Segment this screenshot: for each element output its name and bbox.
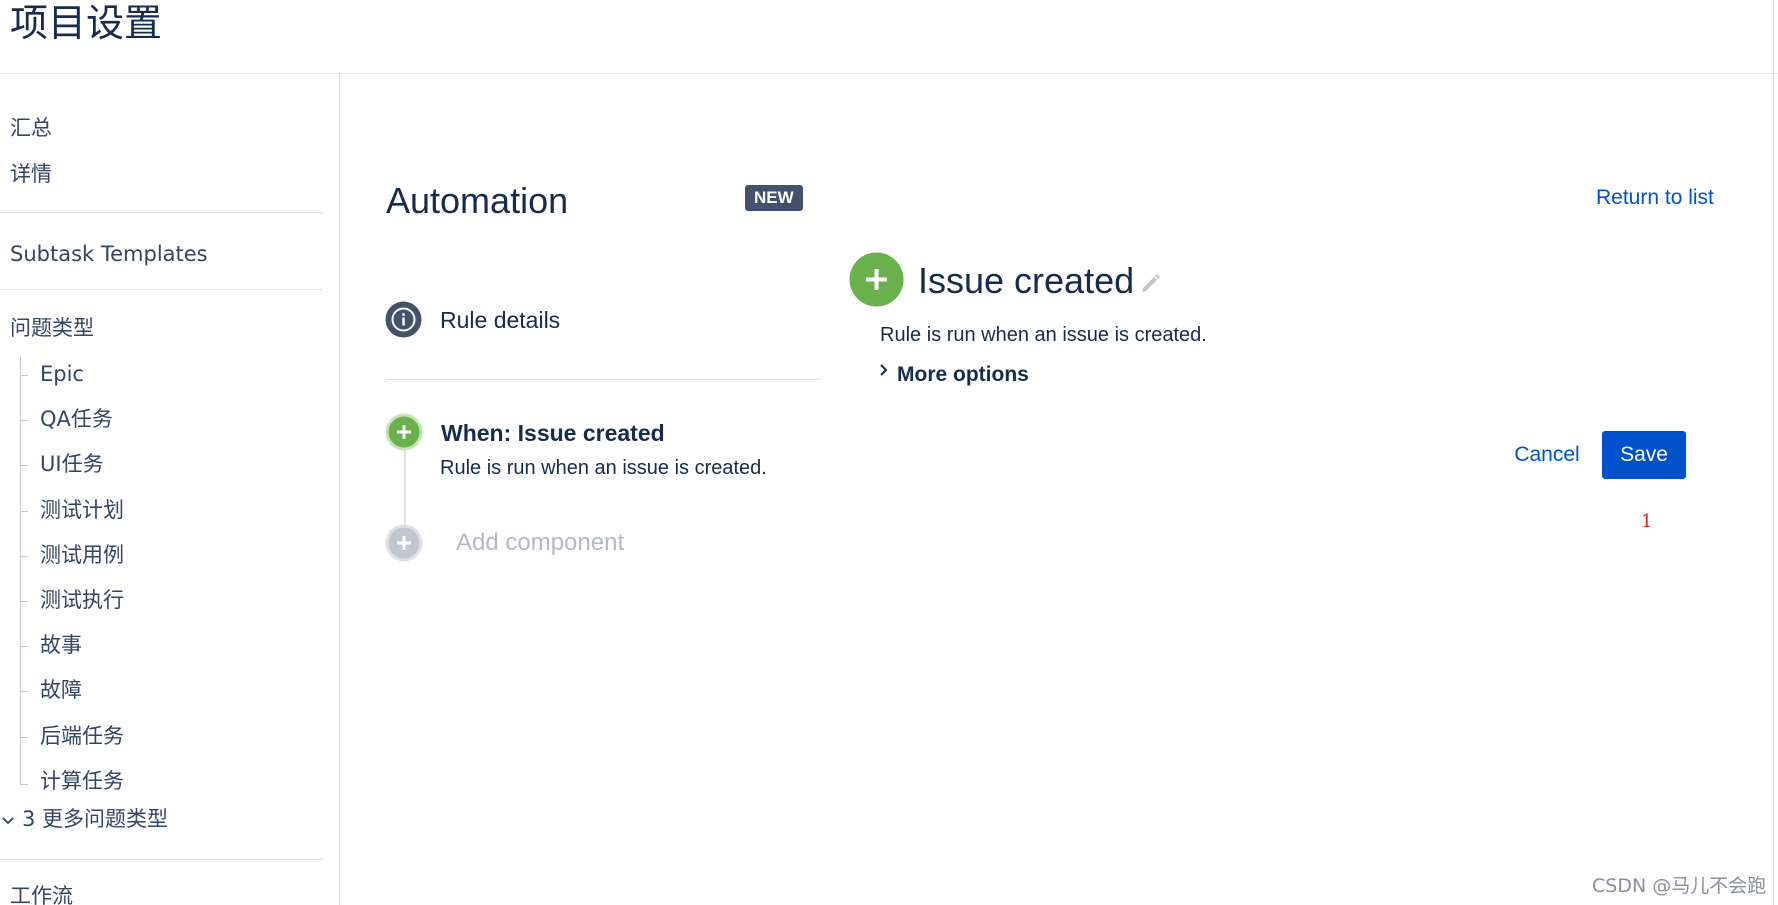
chevron-down-icon — [2, 807, 22, 835]
sidebar-divider — [0, 289, 323, 290]
sidebar-item-epic[interactable]: Epic — [40, 360, 84, 388]
tree-tick — [20, 375, 28, 376]
sidebar-item-qa-task[interactable]: QA任务 — [40, 405, 113, 433]
trigger-description: Rule is run when an issue is created. — [440, 457, 767, 479]
detail-title: Issue created — [918, 260, 1135, 301]
sidebar-item-backend-task[interactable]: 后端任务 — [40, 722, 124, 750]
sidebar: 汇总 详情 Subtask Templates 问题类型 Epic QA任务 U… — [0, 74, 340, 905]
timeline-line — [404, 450, 406, 530]
watermark: CSDN @马儿不会跑 — [1592, 875, 1767, 897]
plus-circle-icon — [385, 413, 423, 451]
sidebar-more-issue-types[interactable]: 3 更多问题类型 — [2, 805, 168, 835]
page-title: 项目设置 — [10, 1, 163, 45]
section-divider — [386, 379, 821, 380]
return-to-list-link[interactable]: Return to list — [1596, 185, 1714, 211]
rule-details-label: Rule details — [440, 307, 561, 333]
tree-tick — [20, 556, 28, 557]
scrollbar-edge — [1773, 0, 1774, 905]
chevron-right-icon — [880, 364, 888, 376]
save-button[interactable]: Save — [1602, 431, 1686, 479]
sidebar-item-test-execution[interactable]: 测试执行 — [40, 586, 124, 614]
automation-title: Automation — [386, 180, 569, 221]
pencil-icon[interactable] — [1139, 271, 1161, 293]
tree-line — [20, 357, 21, 785]
trigger-title: When: Issue created — [441, 420, 665, 446]
sidebar-item-issue-types[interactable]: 问题类型 — [10, 314, 94, 342]
sidebar-item-bug[interactable]: 故障 — [40, 676, 82, 704]
more-issue-types-label: 3 更多问题类型 — [22, 807, 169, 831]
sidebar-item-ui-task[interactable]: UI任务 — [40, 450, 104, 478]
sidebar-item-test-case[interactable]: 测试用例 — [40, 541, 124, 569]
tree-tick — [20, 420, 28, 421]
sidebar-divider — [0, 859, 323, 860]
more-options-label: More options — [897, 363, 1029, 386]
page: 项目设置 汇总 详情 Subtask Templates 问题类型 Epic Q… — [0, 0, 1778, 905]
sidebar-item-summary[interactable]: 汇总 — [10, 114, 52, 142]
sidebar-item-story[interactable]: 故事 — [40, 631, 82, 659]
tree-tick — [20, 691, 28, 692]
plus-circle-icon — [385, 524, 423, 562]
cancel-button[interactable]: Cancel — [1502, 431, 1592, 479]
tree-tick — [20, 601, 28, 602]
tree-tick — [20, 511, 28, 512]
sidebar-item-workflow[interactable]: 工作流 — [10, 882, 73, 905]
sidebar-item-subtask-templates[interactable]: Subtask Templates — [10, 240, 208, 268]
tree-tick — [20, 465, 28, 466]
sidebar-item-test-plan[interactable]: 测试计划 — [40, 496, 124, 524]
annotation-number: 1 — [1641, 511, 1653, 532]
add-component-label: Add component — [456, 529, 625, 556]
new-badge: NEW — [745, 185, 803, 211]
sidebar-item-compute-task[interactable]: 计算任务 — [40, 767, 124, 795]
info-icon — [385, 301, 422, 338]
tree-tick — [20, 737, 28, 738]
page-header: 项目设置 — [0, 0, 1778, 74]
detail-description: Rule is run when an issue is created. — [880, 324, 1207, 346]
tree-tick — [20, 784, 28, 785]
plus-circle-icon — [849, 252, 904, 307]
sidebar-divider — [0, 212, 323, 213]
tree-tick — [20, 646, 28, 647]
sidebar-item-details[interactable]: 详情 — [10, 160, 52, 188]
